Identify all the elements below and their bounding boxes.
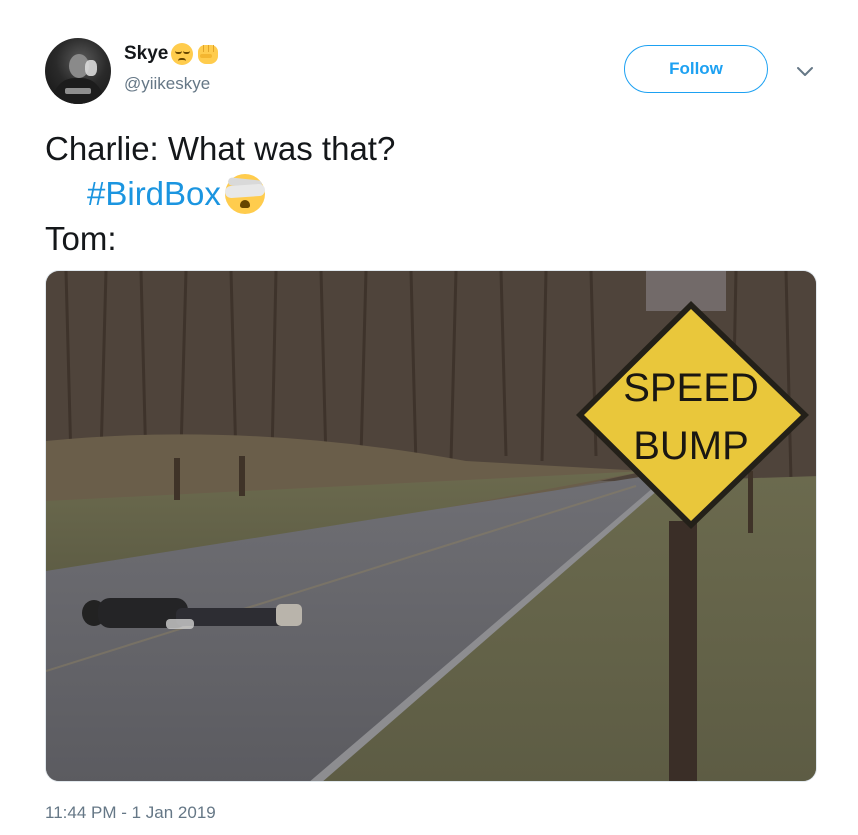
pensive-face-icon [170, 42, 194, 66]
tweet-line-charlie: Charlie: What was that? [45, 130, 396, 167]
avatar-shirt-print [65, 88, 91, 94]
tweet-line-hashtag: #BirdBox [45, 171, 395, 216]
tweet-card: Skye @yiikeskye Follow Charlie: What was… [0, 0, 858, 835]
display-name[interactable]: Skye [124, 43, 168, 65]
user-handle[interactable]: @yiikeskye [124, 74, 210, 94]
tweet-timestamp[interactable]: 11:44 PM - 1 Jan 2019 [45, 803, 216, 823]
tweet-media-photo[interactable]: SPEED BUMP [45, 270, 817, 782]
avatar-hand-shape [85, 60, 97, 76]
speed-bump-photo: SPEED BUMP [46, 271, 816, 781]
tweet-text: Charlie: What was that? #BirdBox Tom: [45, 126, 395, 261]
tweet-line-tom: Tom: [45, 220, 117, 257]
chevron-down-icon[interactable] [794, 60, 816, 82]
avatar[interactable] [45, 38, 111, 104]
raised-fist-icon [196, 42, 220, 66]
hashtag-link[interactable]: #BirdBox [87, 171, 221, 216]
face-with-head-bandage-icon [222, 171, 268, 217]
sign-text-bump: BUMP [633, 424, 749, 468]
follow-button[interactable]: Follow [624, 45, 768, 93]
sign-text-speed: SPEED [623, 366, 759, 410]
name-row: Skye [124, 40, 220, 68]
